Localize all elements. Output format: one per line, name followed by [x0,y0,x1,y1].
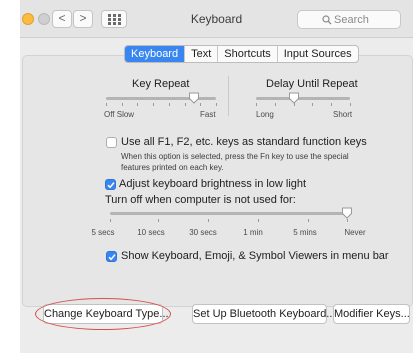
key-repeat-tick [168,103,170,106]
delay-until-repeat-tick [350,103,351,106]
key-repeat-tick [137,103,139,106]
key-repeat-tick [216,103,217,106]
delay-until-repeat-tick [274,103,276,106]
title-bar: < > Keyboard Search [20,0,413,38]
checkmark-icon [108,254,116,261]
delay-until-repeat-slider-thumb[interactable] [288,92,300,104]
key-repeat-tick [184,103,186,106]
key-repeat-tick [153,103,155,106]
backlight-off-tick [258,219,259,222]
viewers-menu-checkbox[interactable] [106,251,117,262]
backlight-off-tick [158,219,159,222]
backlight-off-stop-label: 5 mins [293,228,317,237]
delay-until-repeat-tick [312,103,314,106]
backlight-off-stop-label: 1 min [243,228,263,237]
tab-bar: Keyboard Text Shortcuts Input Sources [124,45,359,63]
backlight-off-slider-thumb[interactable] [341,207,353,219]
backlight-off-stop-label: 10 secs [137,228,165,237]
delay-until-repeat-tick [331,103,333,106]
backlight-off-title: Turn off when computer is not used for: [105,194,296,206]
search-icon [322,15,332,25]
vertical-divider [228,76,229,116]
search-field[interactable]: Search [297,10,401,29]
delay-until-repeat-title: Delay Until Repeat [266,78,358,90]
tab-text[interactable]: Text [185,46,219,62]
setup-bluetooth-keyboard-button[interactable]: Set Up Bluetooth Keyboard... [192,304,335,324]
tab-keyboard[interactable]: Keyboard [125,46,186,62]
key-repeat-title: Key Repeat [132,78,190,90]
annotation-highlight-ellipse [35,298,171,330]
brightness-checkbox[interactable] [105,179,116,190]
backlight-off-stop-label: 5 secs [91,228,115,237]
key-repeat-slider-thumb[interactable] [188,92,200,104]
viewers-menu-label[interactable]: Show Keyboard, Emoji, & Symbol Viewers i… [121,250,389,262]
key-repeat-min-label: Off Slow [104,110,135,119]
backlight-off-track[interactable] [110,212,347,215]
search-placeholder: Search [334,14,369,26]
function-keys-label[interactable]: Use all F1, F2, etc. keys as standard fu… [121,136,367,148]
tab-input-sources[interactable]: Input Sources [278,46,358,62]
tab-shortcuts[interactable]: Shortcuts [218,46,278,62]
delay-until-repeat-track[interactable] [256,97,350,100]
modifier-keys-button[interactable]: Modifier Keys... [333,304,410,324]
function-keys-checkbox[interactable] [106,137,117,148]
delay-until-repeat-tick [256,103,257,106]
backlight-off-tick [308,219,309,222]
key-repeat-max-label: Fast [200,110,216,119]
key-repeat-tick [200,103,202,106]
backlight-off-tick [208,219,209,222]
delay-max-label: Short [333,110,353,119]
delay-min-label: Long [256,110,274,119]
function-keys-description: When this option is selected, press the … [121,152,349,172]
backlight-off-tick [347,219,348,222]
key-repeat-tick [106,103,107,106]
key-repeat-tick [121,103,123,106]
backlight-off-stop-label: Never [344,228,366,237]
brightness-label[interactable]: Adjust keyboard brightness in low light [119,178,306,190]
checkmark-icon [107,182,115,189]
backlight-off-tick [110,219,111,222]
backlight-off-stop-label: 30 secs [189,228,217,237]
